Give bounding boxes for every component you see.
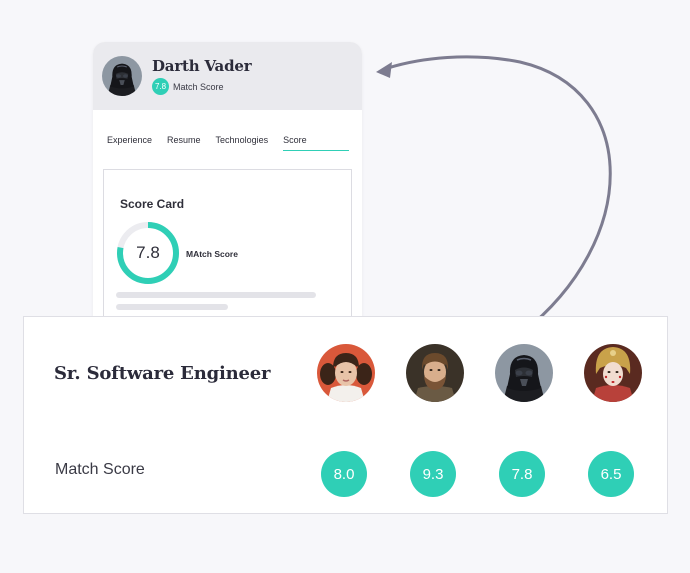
profile-tabs: Experience Resume Technologies Score (107, 135, 349, 151)
placeholder-bar (116, 304, 228, 310)
obi-wan-kenobi-avatar[interactable] (406, 344, 464, 402)
candidate-score-badge[interactable]: 9.3 (410, 451, 456, 497)
candidate-score-badge[interactable]: 8.0 (321, 451, 367, 497)
candidate-profile-card: Darth Vader 7.8 Match Score Experience R… (93, 42, 362, 332)
darth-vader-avatar[interactable] (102, 56, 142, 96)
score-card-title: Score Card (120, 197, 185, 211)
score-ring: 7.8 (115, 220, 181, 286)
score-ring-value: 7.8 (136, 243, 160, 262)
tab-experience[interactable]: Experience (107, 135, 152, 151)
job-title: Sr. Software Engineer (54, 363, 271, 384)
darth-vader-avatar[interactable] (495, 344, 553, 402)
candidate-score-badge[interactable]: 6.5 (588, 451, 634, 497)
tab-score[interactable]: Score (283, 135, 349, 151)
tab-technologies[interactable]: Technologies (216, 135, 269, 151)
tab-resume[interactable]: Resume (167, 135, 201, 151)
placeholder-bar (116, 292, 316, 298)
profile-header: Darth Vader 7.8 Match Score (93, 42, 362, 110)
profile-match-score-badge: 7.8 (152, 78, 169, 95)
candidate-score-badge[interactable]: 7.8 (499, 451, 545, 497)
profile-header-info: Darth Vader 7.8 Match Score (152, 57, 252, 95)
princess-leia-avatar[interactable] (317, 344, 375, 402)
job-match-panel: Sr. Software Engineer Match Score 8.0 9.… (23, 316, 668, 514)
score-card: Score Card 7.8 MAtch Score (103, 169, 352, 332)
profile-match-score: 7.8 Match Score (152, 78, 251, 95)
profile-match-score-label: Match Score (173, 81, 224, 92)
padme-amidala-avatar[interactable] (584, 344, 642, 402)
match-score-label: Match Score (55, 461, 145, 478)
score-ring-label: MAtch Score (186, 249, 238, 259)
profile-name: Darth Vader (152, 57, 252, 75)
